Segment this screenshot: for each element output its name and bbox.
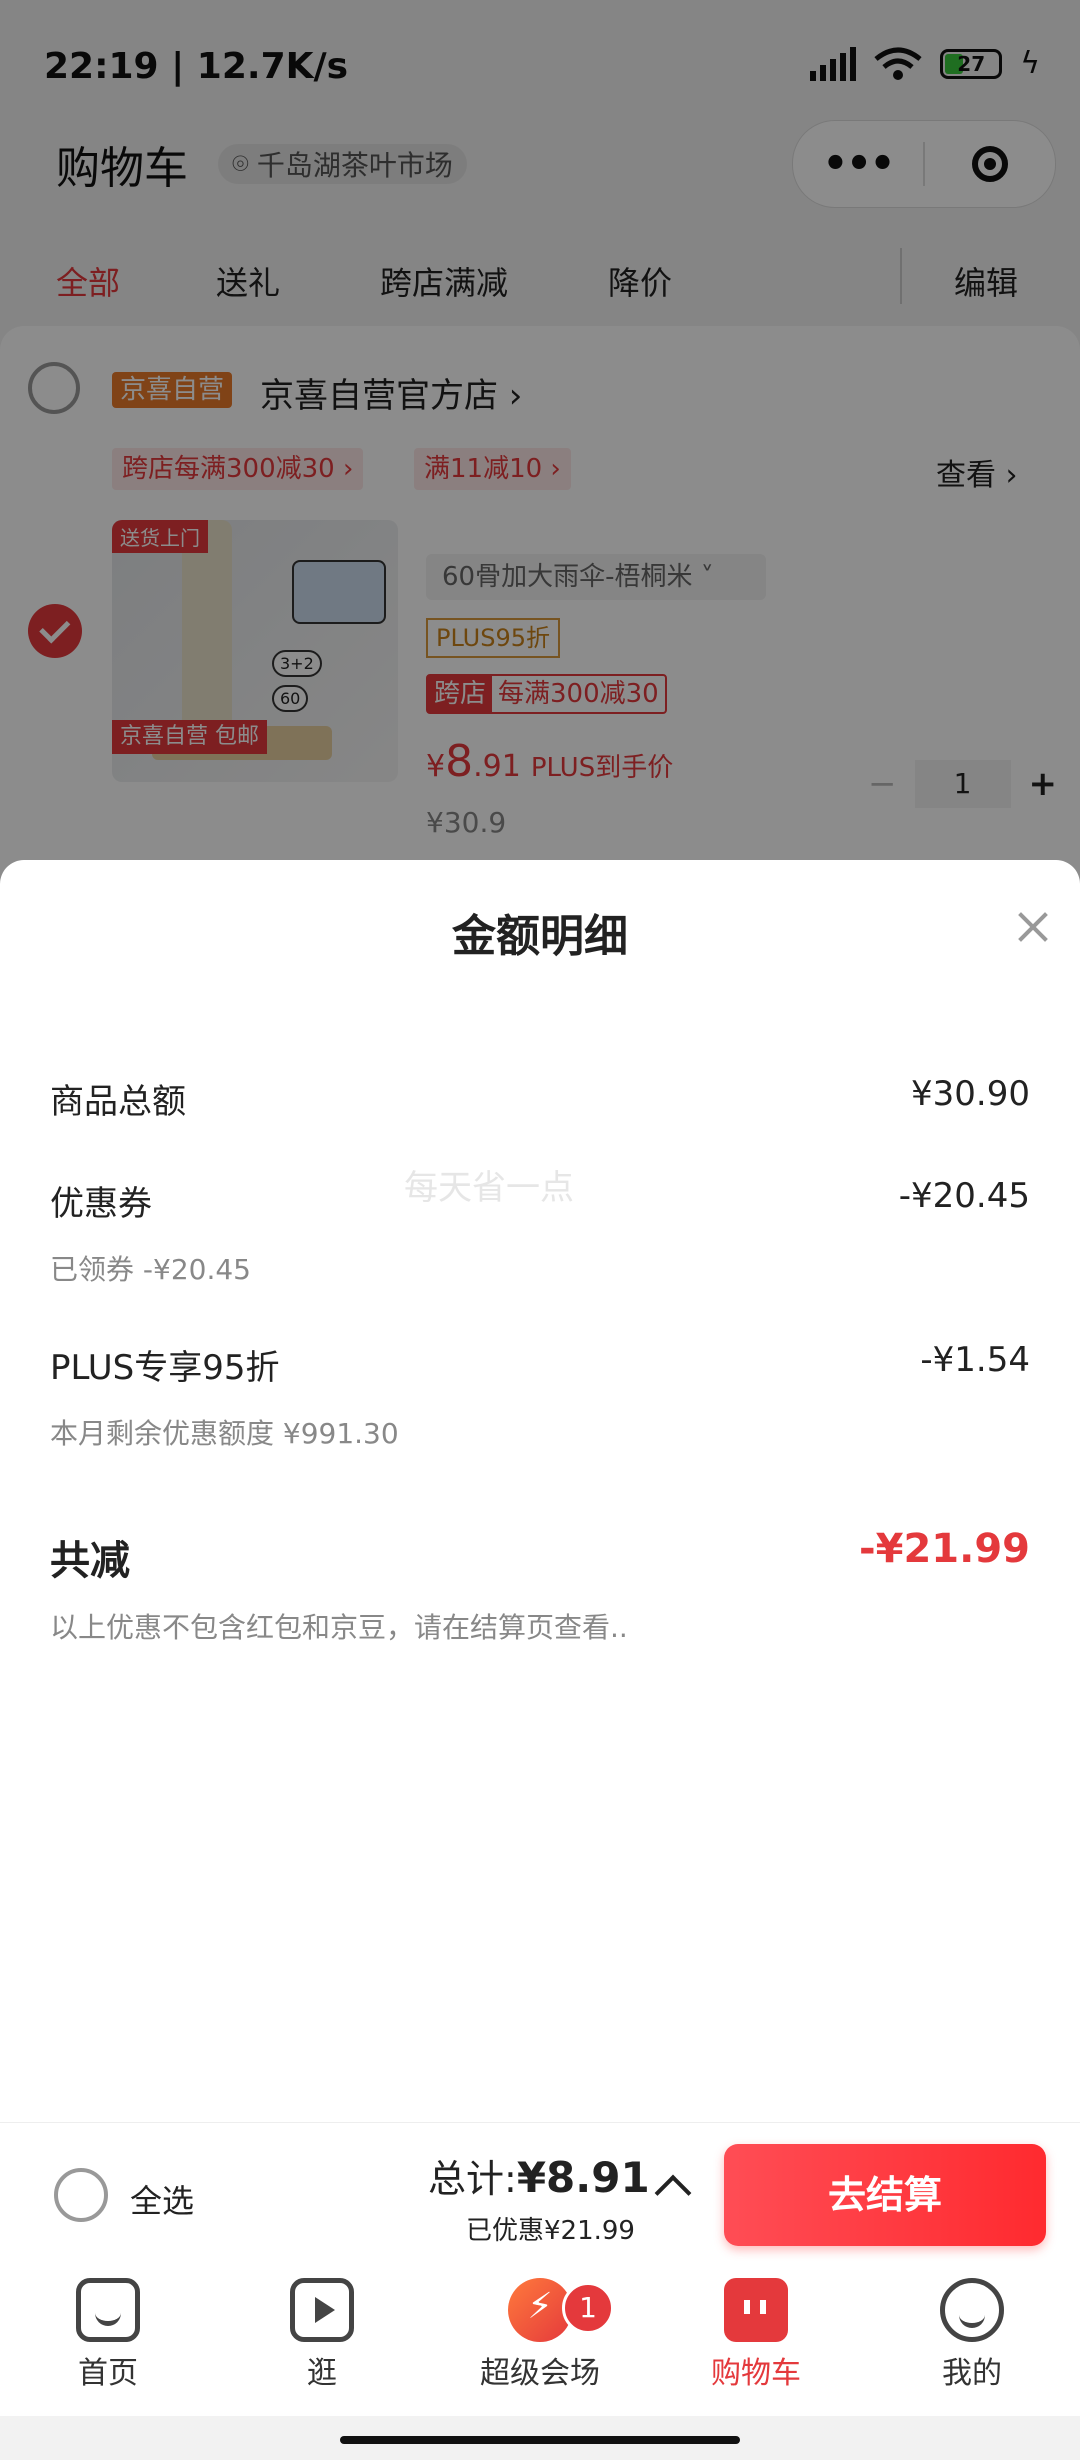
tabbar-label-super-venue: 超级会场 [480,2356,600,2391]
total-sum-amount: ¥8.91 [516,2153,650,2202]
tabbar-label-browse: 逛 [307,2356,337,2391]
subtotal-label: 商品总额 [50,1082,186,1122]
home-icon [76,2278,140,2342]
saved-amount: 已优惠¥21.99 [466,2216,635,2246]
close-icon[interactable] [1016,910,1050,944]
cart-icon [724,2278,788,2342]
select-all-label[interactable]: 全选 [130,2176,194,2222]
tabbar-label-cart: 购物车 [711,2356,801,2391]
discount-note: 以上优惠不包含红包和京豆，请在结算页查看.. [50,1611,628,1644]
tabbar-item-cart[interactable]: 购物车 [666,2278,846,2392]
coupon-sub: 已领券 -¥20.45 [50,1253,251,1286]
coupon-value: -¥20.45 [898,1176,1030,1216]
tabbar-item-me[interactable]: 我的 [882,2278,1062,2392]
plus-quota-sub: 本月剩余优惠额度 ¥991.30 [50,1417,399,1450]
tabbar-label-me: 我的 [942,2356,1002,2391]
tabbar-label-home: 首页 [78,2356,138,2391]
total-sum-label: 总计: [428,2157,517,2201]
notification-badge: 1 [562,2282,614,2334]
select-all-radio[interactable] [54,2168,108,2222]
tabbar-item-home[interactable]: 首页 [18,2278,198,2392]
plus-discount-label: PLUS专享95折 [50,1348,280,1388]
me-icon [940,2278,1004,2342]
home-indicator[interactable] [340,2436,740,2444]
total-sum: 总计: ¥8.91 [428,2148,650,2203]
video-icon [290,2278,354,2342]
total-discount-value: -¥21.99 [859,1526,1030,1572]
coupon-label: 优惠券 [50,1184,152,1224]
subtotal-value: ¥30.90 [911,1074,1030,1114]
checkout-button[interactable]: 去结算 [724,2144,1046,2246]
plus-discount-value: -¥1.54 [920,1340,1030,1380]
total-discount-label: 共减 [50,1538,130,1584]
sheet-title: 金额明细 [452,911,628,962]
tabbar-item-browse[interactable]: 逛 [232,2278,412,2392]
amount-detail-sheet [0,860,1080,2130]
watermark-text: 每天省一点 [404,1168,574,1208]
